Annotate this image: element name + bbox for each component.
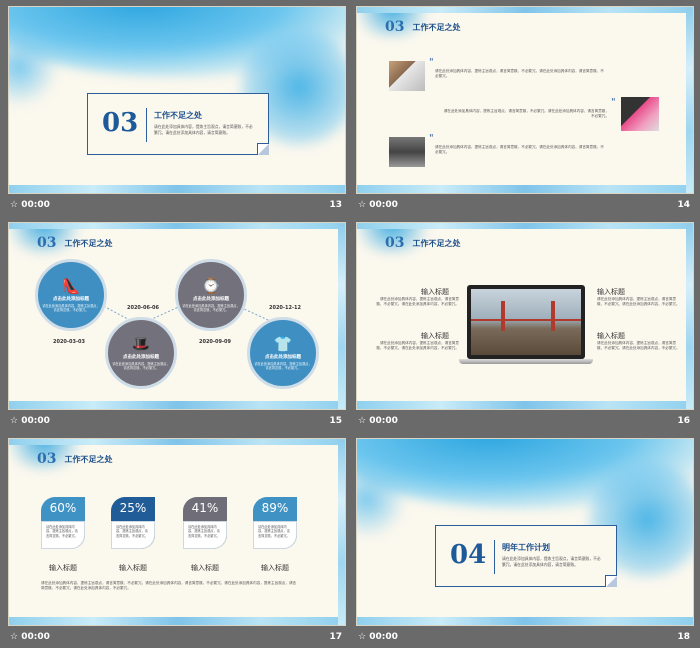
input-desc: 请在此处添加具体内容，提炼主旨观点，请言简意赅，不必繁冗。请在此处添加具体内容，… [376,341,459,350]
time-label: ☆ 00:00 [358,416,398,426]
hat-icon: 🎩 [131,334,151,353]
timeline-circle: ⌚ 点击此处添加标题 请在此处添加具体内容，提炼主旨观点，请言简意赅，不必繁冗。 [175,259,247,331]
timeline-circle: 👠 点击此处添加标题 请在此处添加具体内容，提炼主旨观点，请言简意赅，不必繁冗。 [35,259,107,331]
slide-thumb-16[interactable]: 03 工作不足之处 输入标题 请在此处添加具体内容，提炼主旨观点，请言简意赅，不必… [356,222,694,432]
section-number: 03 [37,451,57,467]
shirt-icon: 👕 [273,334,293,353]
slide-15: 03 工作不足之处 👠 点击此处添加标题 请在此处添加具体内容，提炼主旨观点，请言… [8,222,346,410]
time-label: ☆ 00:00 [10,200,50,210]
percent-card: 41% 请在此处添加具体内容，提炼主旨观点，请言简意赅，不必繁冗。 [183,497,227,549]
section-title: 工作不足之处 [154,111,202,120]
slide-number: 14 [677,200,690,210]
office-photo [389,137,425,167]
section-box: 04 明年工作计划 请在此处添加具体内容，提炼主旨观点，请言简意赅，不必繁冗。请… [435,525,617,587]
section-title: 工作不足之处 [64,454,113,464]
section-title: 工作不足之处 [412,22,461,32]
input-title: 输入标题 [421,288,449,296]
time-label: ☆ 00:00 [10,632,50,642]
slide-number: 17 [329,632,342,642]
date-label: 2020-12-12 [269,305,301,311]
star-icon[interactable]: ☆ [358,416,366,426]
percent-card: 60% 请在此处添加具体内容，提炼主旨观点，请言简意赅，不必繁冗。 [41,497,85,549]
laptop-photo [621,97,659,131]
time-label: ☆ 00:00 [358,632,398,642]
card-title: 输入标题 [191,564,219,572]
star-icon[interactable]: ☆ [10,200,18,210]
quote-icon: " [429,133,434,144]
slide-thumb-14[interactable]: 03 工作不足之处 " 请在此处添加具体内容，提炼主旨观点，请言简意赅，不必繁冗。… [356,6,694,216]
section-desc: 请在此处添加具体内容，提炼主旨观点，请言简意赅，不必繁冗。请在此处添加具体内容，… [154,124,253,135]
input-title: 输入标题 [421,332,449,340]
timeline-circle: 👕 点击此处添加标题 请在此处添加具体内容，提炼主旨观点，请言简意赅，不必繁冗。 [247,317,319,389]
item-text: 请在此处添加具体内容，提炼主旨观点，请言简意赅，不必繁冗。请在此处添加具体内容，… [435,69,604,78]
laptop-base [459,359,593,364]
star-icon[interactable]: ☆ [358,632,366,642]
slide-16: 03 工作不足之处 输入标题 请在此处添加具体内容，提炼主旨观点，请言简意赅，不必… [356,222,694,410]
slide-number: 15 [329,416,342,426]
input-title: 输入标题 [597,288,625,296]
input-title: 输入标题 [597,332,625,340]
slide-17: 03 工作不足之处 60% 请在此处添加具体内容，提炼主旨观点，请言简意赅，不必繁冗… [8,438,346,626]
quote-icon: " [611,97,616,108]
section-number: 03 [385,235,405,251]
section-desc: 请在此处添加具体内容，提炼主旨观点，请言简意赅，不必繁冗。请在此处添加具体内容，… [502,556,601,567]
percent-card: 89% 请在此处添加具体内容，提炼主旨观点，请言简意赅，不必繁冗。 [253,497,297,549]
slide-number: 13 [329,200,342,210]
percent-card: 25% 请在此处添加具体内容，提炼主旨观点，请言简意赅，不必繁冗。 [111,497,155,549]
time-label: ☆ 00:00 [10,416,50,426]
slide-thumb-17[interactable]: 03 工作不足之处 60% 请在此处添加具体内容，提炼主旨观点，请言简意赅，不必繁冗… [8,438,346,648]
star-icon[interactable]: ☆ [10,632,18,642]
laptop-frame [467,285,585,359]
section-number: 03 [102,108,139,138]
slide-number: 16 [677,416,690,426]
slide-thumb-15[interactable]: 03 工作不足之处 👠 点击此处添加标题 请在此处添加具体内容，提炼主旨观点，请言… [8,222,346,432]
shoe-icon: 👠 [61,276,81,295]
input-desc: 请在此处添加具体内容，提炼主旨观点，请言简意赅，不必繁冗。请在此处添加具体内容，… [597,341,680,350]
bottom-desc: 请在此处添加具体内容，提炼主旨观点，请言简意赅，不必繁冗。请在此处添加具体内容，… [41,581,297,590]
input-desc: 请在此处添加具体内容，提炼主旨观点，请言简意赅，不必繁冗。请在此处添加具体内容，… [376,297,459,306]
item-text: 请在此处添加具体内容，提炼主旨观点，请言简意赅，不必繁冗。请在此处添加具体内容，… [435,145,604,154]
item-text: 请在此处添加具体内容，提炼主旨观点，请言简意赅，不必繁冗。请在此处添加具体内容，… [443,109,609,118]
date-label: 2020-09-09 [199,339,231,345]
date-label: 2020-06-06 [127,305,159,311]
star-icon[interactable]: ☆ [358,200,366,210]
slide-number: 18 [677,632,690,642]
time-label: ☆ 00:00 [358,200,398,210]
card-title: 输入标题 [49,564,77,572]
card-title: 输入标题 [119,564,147,572]
slide-thumb-18[interactable]: 04 明年工作计划 请在此处添加具体内容，提炼主旨观点，请言简意赅，不必繁冗。请… [356,438,694,648]
section-number: 03 [385,19,405,35]
section-title: 明年工作计划 [502,543,550,552]
bridge-photo [471,289,581,355]
slide-13: 03 工作不足之处 请在此处添加具体内容，提炼主旨观点，请言简意赅，不必繁冗。请… [8,6,346,194]
star-icon[interactable]: ☆ [10,416,18,426]
input-desc: 请在此处添加具体内容，提炼主旨观点，请言简意赅，不必繁冗。请在此处添加具体内容，… [597,297,680,306]
timeline-circle: 🎩 点击此处添加标题 请在此处添加具体内容，提炼主旨观点，请言简意赅，不必繁冗。 [105,317,177,389]
date-label: 2020-03-03 [53,339,85,345]
section-title: 工作不足之处 [412,238,461,248]
slide-14: 03 工作不足之处 " 请在此处添加具体内容，提炼主旨观点，请言简意赅，不必繁冗。… [356,6,694,194]
desk-photo [389,61,425,91]
quote-icon: " [429,57,434,68]
slide-18: 04 明年工作计划 请在此处添加具体内容，提炼主旨观点，请言简意赅，不必繁冗。请… [356,438,694,626]
section-box: 03 工作不足之处 请在此处添加具体内容，提炼主旨观点，请言简意赅，不必繁冗。请… [87,93,269,155]
watch-icon: ⌚ [201,276,221,295]
slide-thumb-13[interactable]: 03 工作不足之处 请在此处添加具体内容，提炼主旨观点，请言简意赅，不必繁冗。请… [8,6,346,216]
section-number: 04 [450,540,487,570]
card-title: 输入标题 [261,564,289,572]
